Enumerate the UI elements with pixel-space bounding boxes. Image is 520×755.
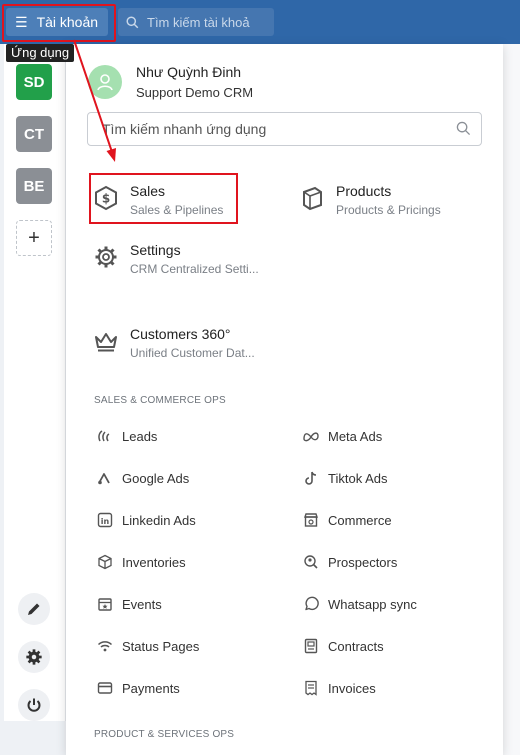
apps-tooltip: Ứng dụng xyxy=(6,44,75,62)
app-search-input[interactable]: Tìm kiếm nhanh ứng dụng xyxy=(87,112,482,146)
user-org: Support Demo CRM xyxy=(136,85,254,100)
item-payments-label: Payments xyxy=(122,680,180,696)
add-workspace-button[interactable]: + xyxy=(16,220,52,256)
item-tiktok-ads-label: Tiktok Ads xyxy=(328,470,388,486)
item-payments[interactable]: Payments xyxy=(96,679,180,697)
section-product-services: PRODUCT & SERVICES OPS xyxy=(94,729,235,740)
item-linkedin-ads[interactable]: in Linkedin Ads xyxy=(96,511,196,529)
app-customers-subtitle: Unified Customer Dat... xyxy=(130,346,255,360)
apps-menu-button[interactable]: ☰ Tài khoản xyxy=(6,8,108,36)
item-leads[interactable]: Leads xyxy=(96,427,157,445)
sales-icon: $ xyxy=(92,183,120,211)
item-invoices-label: Invoices xyxy=(328,680,376,696)
hamburger-icon: ☰ xyxy=(15,13,28,30)
linkedin-icon: in xyxy=(96,511,114,529)
item-contracts[interactable]: Contracts xyxy=(302,637,384,655)
item-events[interactable]: Events xyxy=(96,595,162,613)
item-whatsapp-sync[interactable]: Whatsapp sync xyxy=(302,595,417,613)
google-ads-icon xyxy=(96,469,114,487)
item-events-label: Events xyxy=(122,596,162,612)
app-sales-subtitle: Sales & Pipelines xyxy=(130,203,224,217)
search-icon xyxy=(456,121,471,136)
svg-text:in: in xyxy=(101,517,110,526)
app-products-title: Products xyxy=(336,183,392,199)
app-customers-360[interactable]: Customers 360° Unified Customer Dat... xyxy=(92,326,270,360)
item-meta-ads[interactable]: Meta Ads xyxy=(302,427,382,445)
item-google-ads-label: Google Ads xyxy=(122,470,190,486)
item-inventories[interactable]: Inventories xyxy=(96,553,186,571)
workspace-sd[interactable]: SD xyxy=(16,64,52,100)
apps-menu-label: Tài khoản xyxy=(36,14,99,30)
workspace-be[interactable]: BE xyxy=(16,168,52,204)
card-icon xyxy=(96,679,114,697)
app-customers-title: Customers 360° xyxy=(130,326,231,342)
svg-text:$: $ xyxy=(102,192,110,206)
crown-icon xyxy=(92,326,120,354)
item-whatsapp-sync-label: Whatsapp sync xyxy=(328,596,417,612)
item-status-pages-label: Status Pages xyxy=(122,638,200,654)
item-prospectors-label: Prospectors xyxy=(328,554,398,570)
item-inventories-label: Inventories xyxy=(122,554,186,570)
tiktok-icon xyxy=(302,469,320,487)
app-sales-title: Sales xyxy=(130,183,166,199)
apps-panel: Như Quỳnh Đinh Support Demo CRM Tìm kiếm… xyxy=(66,44,503,755)
products-icon xyxy=(298,183,326,211)
prospector-icon xyxy=(302,553,320,571)
item-leads-label: Leads xyxy=(122,428,158,444)
settings-button[interactable] xyxy=(18,641,50,673)
item-prospectors[interactable]: Prospectors xyxy=(302,553,397,571)
item-invoices[interactable]: Invoices xyxy=(302,679,376,697)
account-search-placeholder: Tìm kiếm tài khoả xyxy=(147,14,250,30)
leads-icon xyxy=(96,427,114,445)
workspace-ct[interactable]: CT xyxy=(16,116,52,152)
logout-button[interactable] xyxy=(18,689,50,721)
user-card: Như Quỳnh Đinh Support Demo CRM xyxy=(88,64,253,100)
pencil-icon xyxy=(28,603,40,615)
meta-icon xyxy=(302,427,320,445)
gear-icon xyxy=(26,649,42,665)
contract-icon xyxy=(302,637,320,655)
item-tiktok-ads[interactable]: Tiktok Ads xyxy=(302,469,387,487)
workspace-rail: SD CT BE + xyxy=(4,44,66,721)
section-sales-commerce: SALES & COMMERCE OPS xyxy=(94,395,226,406)
item-google-ads[interactable]: Google Ads xyxy=(96,469,189,487)
store-icon xyxy=(302,511,320,529)
app-sales[interactable]: $ Sales Sales & Pipelines xyxy=(92,183,223,217)
app-settings-subtitle: CRM Centralized Setti... xyxy=(130,262,259,276)
gear-icon xyxy=(92,242,120,270)
app-products-subtitle: Products & Pricings xyxy=(336,203,441,217)
wifi-icon xyxy=(96,637,114,655)
item-status-pages[interactable]: Status Pages xyxy=(96,637,199,655)
item-commerce-label: Commerce xyxy=(328,512,392,528)
item-meta-ads-label: Meta Ads xyxy=(328,428,383,444)
item-contracts-label: Contracts xyxy=(328,638,384,654)
whatsapp-icon xyxy=(302,595,320,613)
avatar xyxy=(88,65,122,99)
app-search-placeholder: Tìm kiếm nhanh ứng dụng xyxy=(102,121,267,137)
calendar-icon xyxy=(96,595,114,613)
edit-button[interactable] xyxy=(18,593,50,625)
account-search-input[interactable]: Tìm kiếm tài khoả xyxy=(118,8,274,36)
user-icon xyxy=(97,74,113,91)
box-icon xyxy=(96,553,114,571)
search-icon xyxy=(126,15,139,28)
top-bar: ☰ Tài khoản Tìm kiếm tài khoả xyxy=(0,0,520,44)
app-settings-title: Settings xyxy=(130,242,181,258)
item-linkedin-ads-label: Linkedin Ads xyxy=(122,512,196,528)
app-products[interactable]: Products Products & Pricings xyxy=(298,183,441,217)
power-icon xyxy=(27,698,41,712)
user-name: Như Quỳnh Đinh xyxy=(136,64,242,80)
app-settings[interactable]: Settings CRM Centralized Setti... xyxy=(92,242,265,276)
item-commerce[interactable]: Commerce xyxy=(302,511,392,529)
invoice-icon xyxy=(302,679,320,697)
